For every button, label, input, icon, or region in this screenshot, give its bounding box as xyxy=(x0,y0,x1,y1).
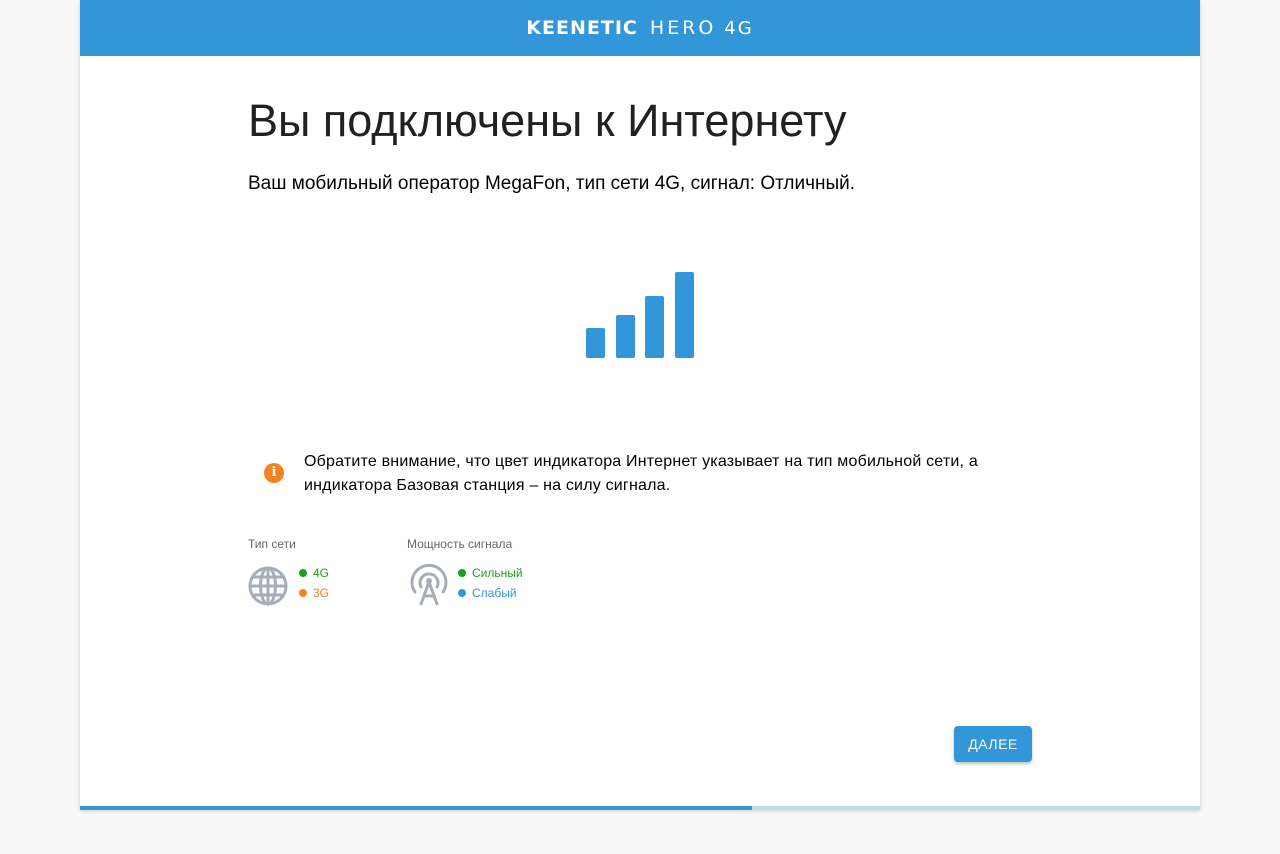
wizard-progress-fill xyxy=(80,806,752,810)
logo-model: HERO xyxy=(649,17,717,39)
legend-signal-title: Мощность сигнала xyxy=(407,537,513,551)
signal-bar-2 xyxy=(616,315,635,358)
legend-item-strong: Сильный xyxy=(458,563,523,583)
wizard-card: KEENETIC HERO 4G Вы подключены к Интерне… xyxy=(80,0,1200,810)
antenna-tower-icon xyxy=(410,563,448,606)
legend-label-3g: 3G xyxy=(313,586,330,600)
keenetic-logo: KEENETIC HERO 4G xyxy=(526,17,753,39)
legend-label-4g: 4G xyxy=(313,566,330,580)
signal-strength-icon xyxy=(584,270,696,358)
operator-status: Ваш мобильный оператор MegaFon, тип сети… xyxy=(248,173,856,194)
legend-network-type: Тип сети 4G 3G xyxy=(248,536,329,606)
status-dot-green xyxy=(458,569,466,577)
status-dot-orange xyxy=(299,589,307,597)
legend-network-title: Тип сети xyxy=(248,537,296,551)
legend-signal-strength: Мощность сигнала Сильный Слабый xyxy=(407,536,523,606)
header-bar: KEENETIC HERO 4G xyxy=(80,0,1200,56)
globe-icon xyxy=(248,566,288,606)
logo-brand: KEENETIC xyxy=(526,17,638,39)
logo-generation: 4G xyxy=(724,17,754,39)
wizard-progress-bar xyxy=(80,806,1200,810)
legend-label-weak: Слабый xyxy=(472,586,517,600)
status-dot-blue xyxy=(458,589,466,597)
notice: i Обратите внимание, что цвет индикатора… xyxy=(264,450,994,498)
legend-label-strong: Сильный xyxy=(472,566,523,580)
notice-text: Обратите внимание, что цвет индикатора И… xyxy=(304,453,978,494)
signal-bar-4 xyxy=(675,272,694,358)
info-icon: i xyxy=(264,463,284,483)
legend-item-4g: 4G xyxy=(299,563,329,583)
status-dot-green xyxy=(299,569,307,577)
page-title: Вы подключены к Интернету xyxy=(248,95,847,146)
next-button[interactable]: ДАЛЕЕ xyxy=(954,726,1032,762)
legend-item-3g: 3G xyxy=(299,583,329,603)
signal-bar-1 xyxy=(586,328,605,358)
signal-bar-3 xyxy=(645,296,664,358)
legend-item-weak: Слабый xyxy=(458,583,523,603)
